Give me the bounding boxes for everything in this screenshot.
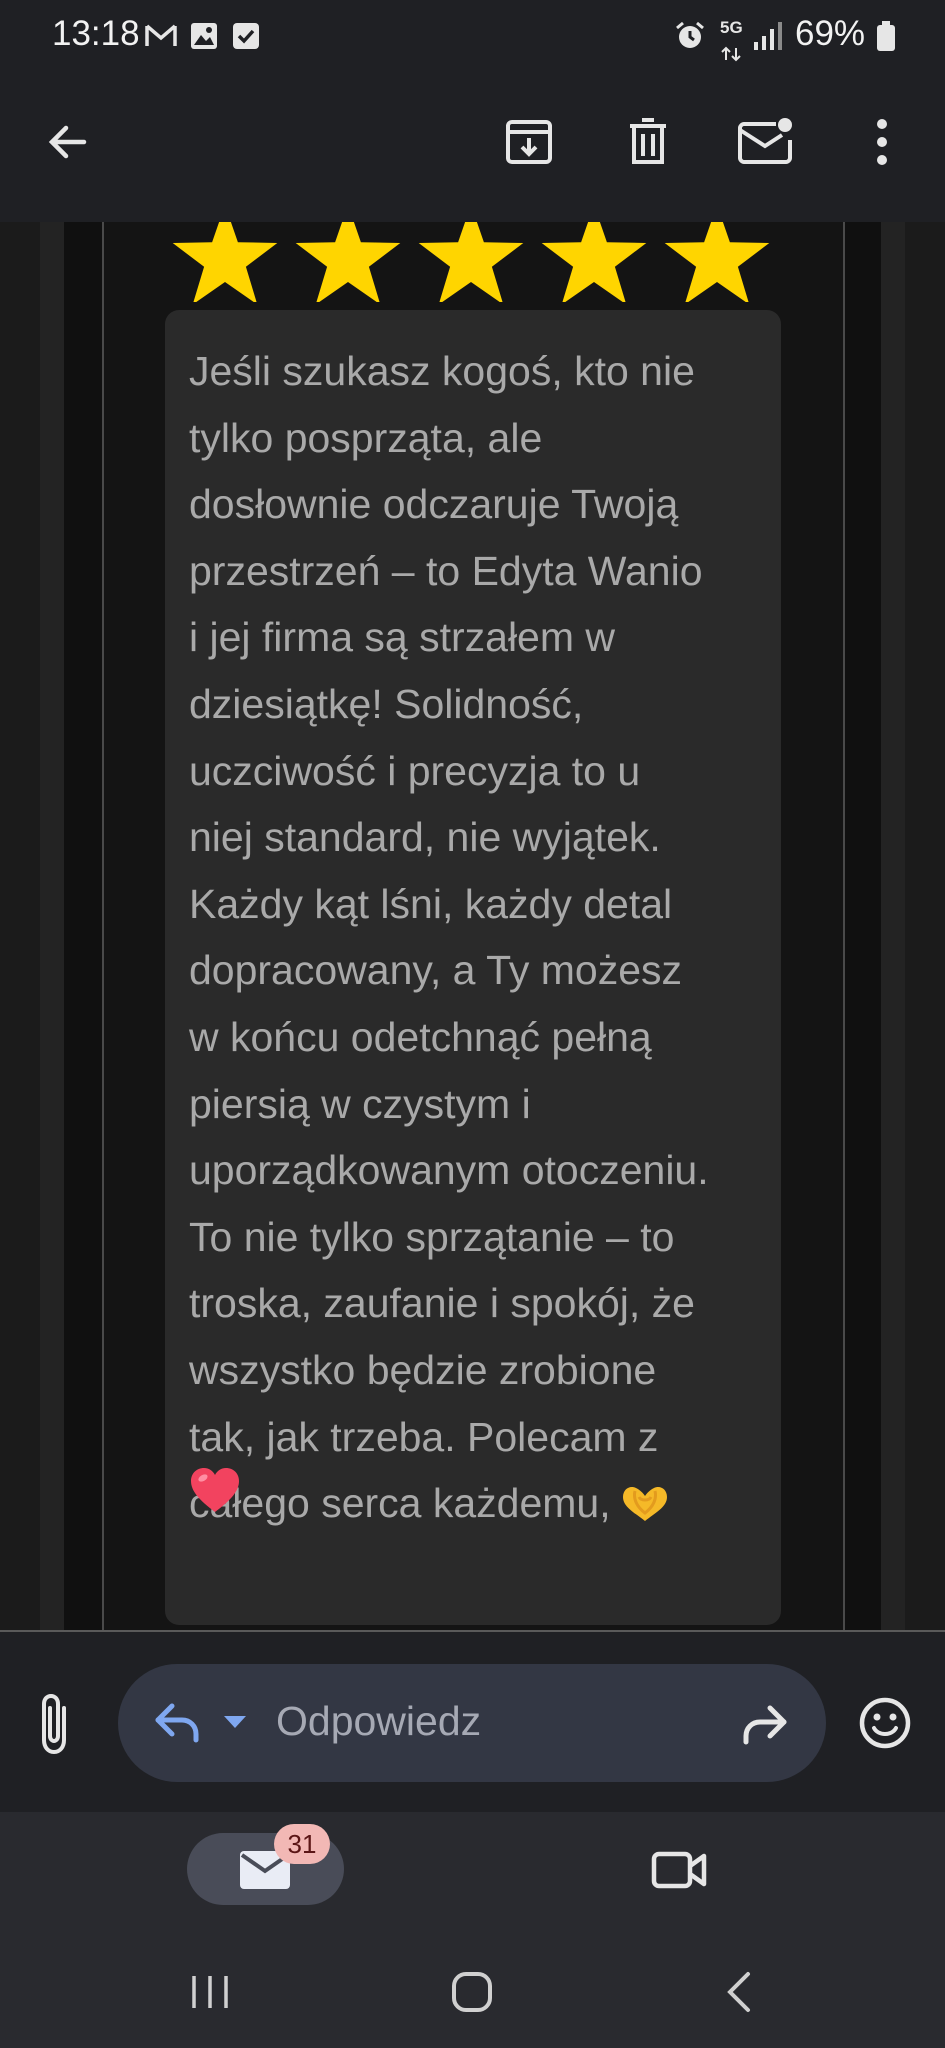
mark-unread-button[interactable] bbox=[734, 110, 798, 174]
chevron-down-icon[interactable] bbox=[222, 1714, 248, 1730]
star-rating bbox=[172, 222, 770, 302]
review-text: Jeśli szukasz kogoś, kto nie tylko pospr… bbox=[189, 338, 769, 1537]
arrow-back-icon bbox=[48, 125, 87, 159]
recent-apps-icon bbox=[192, 1976, 228, 2008]
alarm-icon bbox=[676, 21, 704, 48]
home-icon bbox=[452, 1972, 492, 2012]
mark-unread-icon bbox=[738, 118, 792, 164]
star-icon bbox=[418, 222, 524, 302]
review-card: Jeśli szukasz kogoś, kto nie tylko pospr… bbox=[165, 310, 781, 1625]
recent-apps-button[interactable] bbox=[186, 1972, 234, 2012]
back-button[interactable] bbox=[36, 110, 100, 174]
meet-tab[interactable] bbox=[650, 1846, 710, 1894]
data-arrows-icon bbox=[721, 46, 741, 62]
emoji-button[interactable] bbox=[858, 1696, 912, 1750]
more-vert-icon bbox=[877, 119, 887, 165]
delete-button[interactable] bbox=[616, 110, 680, 174]
signal-icon bbox=[754, 22, 782, 50]
archive-icon bbox=[506, 120, 552, 164]
photo-notification-icon bbox=[191, 23, 217, 49]
email-frame bbox=[64, 222, 104, 1630]
email-margin bbox=[40, 222, 64, 1630]
status-bar: 13:18 5G 69% bbox=[0, 0, 945, 72]
email-frame bbox=[843, 222, 883, 1630]
star-icon bbox=[295, 222, 401, 302]
star-icon bbox=[172, 222, 278, 302]
archive-button[interactable] bbox=[497, 110, 561, 174]
forward-icon[interactable] bbox=[740, 1702, 790, 1746]
attach-icon bbox=[42, 1693, 66, 1755]
gmail-notification-icon bbox=[145, 24, 177, 46]
status-time: 13:18 bbox=[52, 14, 140, 53]
email-body: Jeśli szukasz kogoś, kto nie tylko pospr… bbox=[0, 222, 945, 1630]
check-notification-icon bbox=[233, 23, 259, 49]
system-back-button[interactable] bbox=[720, 1968, 760, 2016]
emoji-icon bbox=[859, 1697, 911, 1749]
battery-icon bbox=[877, 21, 895, 51]
more-options-button[interactable] bbox=[850, 110, 914, 174]
attach-button[interactable] bbox=[30, 1690, 82, 1758]
red-heart-emoji bbox=[191, 1468, 239, 1512]
email-margin bbox=[881, 222, 905, 1630]
message-toolbar bbox=[0, 72, 945, 222]
chevron-left-icon bbox=[727, 1972, 750, 2012]
star-icon bbox=[541, 222, 647, 302]
email-margin bbox=[905, 222, 945, 1630]
star-icon bbox=[664, 222, 770, 302]
battery-percent: 69% bbox=[795, 14, 866, 53]
heart-hands-emoji bbox=[622, 1487, 667, 1522]
home-button[interactable] bbox=[450, 1970, 494, 2014]
trash-icon bbox=[630, 118, 666, 164]
unread-badge: 31 bbox=[274, 1824, 330, 1864]
email-margin bbox=[0, 222, 40, 1630]
review-text-body: Jeśli szukasz kogoś, kto nie tylko pospr… bbox=[189, 348, 709, 1527]
reply-placeholder: Odpowiedz bbox=[276, 1698, 482, 1744]
video-icon bbox=[651, 1851, 707, 1889]
network-type: 5G bbox=[720, 18, 743, 37]
reply-icon[interactable] bbox=[152, 1700, 202, 1746]
reply-input[interactable]: Odpowiedz bbox=[118, 1664, 826, 1782]
